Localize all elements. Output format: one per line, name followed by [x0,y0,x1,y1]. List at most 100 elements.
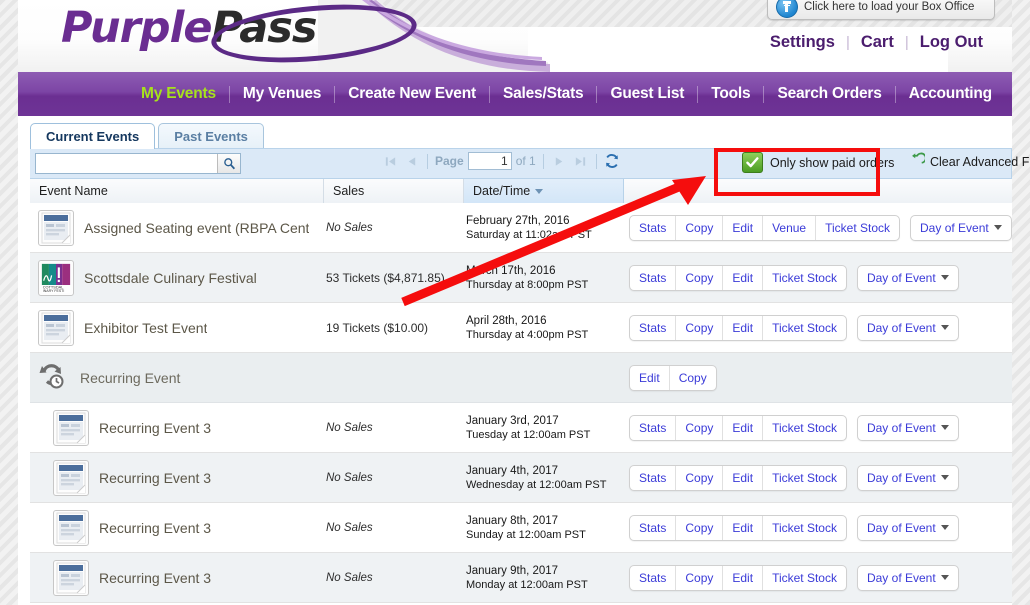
edit-button[interactable]: Edit [723,315,764,340]
scottsdale-logo: COTTSDALINARY FESTI [38,259,74,296]
column-header-event-name[interactable]: Event Name [30,179,324,203]
venue-button[interactable]: Venue [763,215,817,240]
event-date: January 8th, 2017 [466,514,559,527]
day-of-event-label: Day of Event [866,320,936,335]
event-name-label[interactable]: Exhibitor Test Event [84,320,207,336]
edit-button[interactable]: Edit [723,565,764,590]
copy-button[interactable]: Copy [670,366,716,390]
cell-actions: Edit Copy [624,364,1012,391]
stats-button[interactable]: Stats [630,515,677,540]
copy-button[interactable]: Copy [676,265,724,290]
stats-button[interactable]: Stats [630,265,677,290]
table-row: COTTSDAL INARY FESTI Scottsdale Culinary F… [30,253,1012,303]
stats-button[interactable]: Stats [630,565,677,590]
ticket-stock-button[interactable]: Ticket Stock [763,416,846,440]
tab-past-events[interactable]: Past Events [158,123,264,149]
event-name-label[interactable]: Assigned Seating event (RBPA Cent [84,220,309,236]
copy-button[interactable]: Copy [676,215,724,240]
nav-item-create-new-event[interactable]: Create New Event [335,85,489,103]
ticket-stock-button[interactable]: Ticket Stock [816,216,899,240]
action-button-group: Stats Copy Edit Ticket Stock [629,314,847,341]
box-office-button[interactable]: Click here to load your Box Office [767,0,995,20]
event-name-label[interactable]: Recurring Event 3 [99,570,211,586]
cell-actions: Stats Copy Edit Ticket Stock Day of Event [624,314,1012,341]
clear-advanced-filters-button[interactable]: Clear Advanced Filters [910,152,1030,172]
copy-button[interactable]: Copy [676,465,724,490]
nav-item-tools[interactable]: Tools [698,85,763,103]
page-total-label: of 1 [515,154,536,168]
stats-button[interactable]: Stats [630,465,677,490]
copy-button[interactable]: Copy [676,565,724,590]
edit-button[interactable]: Edit [723,265,764,290]
event-name-label[interactable]: Recurring Event 3 [99,420,211,436]
search-input[interactable] [36,154,217,173]
copy-button[interactable]: Copy [676,515,724,540]
day-of-event-dropdown[interactable]: Day of Event [856,414,959,441]
undo-arrow-icon [910,152,927,172]
refresh-icon[interactable] [604,153,621,170]
edit-button[interactable]: Edit [723,515,764,540]
copy-button[interactable]: Copy [676,315,724,340]
last-page-icon[interactable] [572,153,589,170]
ticket-thumbnail [56,462,86,493]
search-box[interactable] [35,153,241,174]
event-name-label[interactable]: Recurring Event 3 [99,520,211,536]
edit-button[interactable]: Edit [723,465,764,490]
day-of-event-dropdown[interactable]: Day of Event [856,514,959,541]
event-date: January 9th, 2017 [466,564,559,577]
sort-descending-icon [535,188,544,194]
ticket-stock-button[interactable]: Ticket Stock [763,516,846,540]
column-header-sales[interactable]: Sales [324,179,464,203]
nav-item-my-venues[interactable]: My Venues [230,85,334,103]
stats-button[interactable]: Stats [630,315,677,340]
day-of-event-dropdown[interactable]: Day of Event [856,464,959,491]
cell-event-name: Recurring Event 3 [30,459,324,496]
edit-button[interactable]: Edit [630,365,670,390]
copy-button[interactable]: Copy [676,415,724,440]
ticket-stock-button[interactable]: Ticket Stock [763,566,846,590]
table-row: Recurring Event 3 No Sales January 9th, 20… [30,553,1012,603]
nav-item-my-events[interactable]: My Events [128,85,229,103]
ticket-thumbnail [56,562,86,593]
nav-item-sales-stats[interactable]: Sales/Stats [490,85,597,103]
nav-item-guest-list[interactable]: Guest List [597,85,697,103]
recurring-clock-icon [38,363,70,393]
ticket-stock-button[interactable]: Ticket Stock [763,466,846,490]
next-page-icon[interactable] [551,153,568,170]
event-name-label[interactable]: Recurring Event 3 [99,470,211,486]
day-of-event-dropdown[interactable]: Day of Event [856,564,959,591]
edit-button[interactable]: Edit [723,415,764,440]
cell-event-name: Recurring Event [30,363,324,393]
settings-link[interactable]: Settings [759,33,846,52]
day-of-event-dropdown[interactable]: Day of Event [856,314,959,341]
cell-sales: 19 Tickets ($10.00) [326,320,429,335]
cell-event-name: Recurring Event 3 [30,409,324,446]
cell-actions: Stats Copy Edit Venue Ticket Stock Day of Eve… [624,214,1012,241]
stats-button[interactable]: Stats [630,215,677,240]
logout-link[interactable]: Log Out [909,33,994,52]
nav-item-accounting[interactable]: Accounting [896,85,1005,103]
previous-page-icon[interactable] [403,153,420,170]
edit-button[interactable]: Edit [723,215,764,240]
nav-item-search-orders[interactable]: Search Orders [764,85,894,103]
tab-current-events[interactable]: Current Events [30,123,156,149]
page-number-input[interactable] [467,152,512,170]
ticket-stock-button[interactable]: Ticket Stock [763,266,846,290]
search-icon[interactable] [217,154,240,173]
event-date: January 3rd, 2017 [466,414,559,427]
cart-link[interactable]: Cart [850,33,905,52]
action-button-group: Stats Copy Edit Venue Ticket Stock [629,214,901,241]
purplepass-logo[interactable]: PurplePass [61,0,420,70]
table-row: Recurring Event 3 No Sales January 3rd, 20… [30,403,1012,453]
first-page-icon[interactable] [382,153,399,170]
day-of-event-label: Day of Event [866,570,936,585]
ticket-stock-button[interactable]: Ticket Stock [763,316,846,340]
stats-button[interactable]: Stats [630,415,677,440]
column-header-datetime[interactable]: Date/Time [464,179,624,203]
day-of-event-dropdown[interactable]: Day of Event [910,214,1012,241]
event-name-label[interactable]: Scottsdale Culinary Festival [84,270,257,286]
recurring-group-header: Recurring Event Edit Copy [30,353,1012,403]
day-of-event-label: Day of Event [866,520,936,535]
pagination-controls: Page of 1 [382,152,621,170]
day-of-event-dropdown[interactable]: Day of Event [856,264,959,291]
